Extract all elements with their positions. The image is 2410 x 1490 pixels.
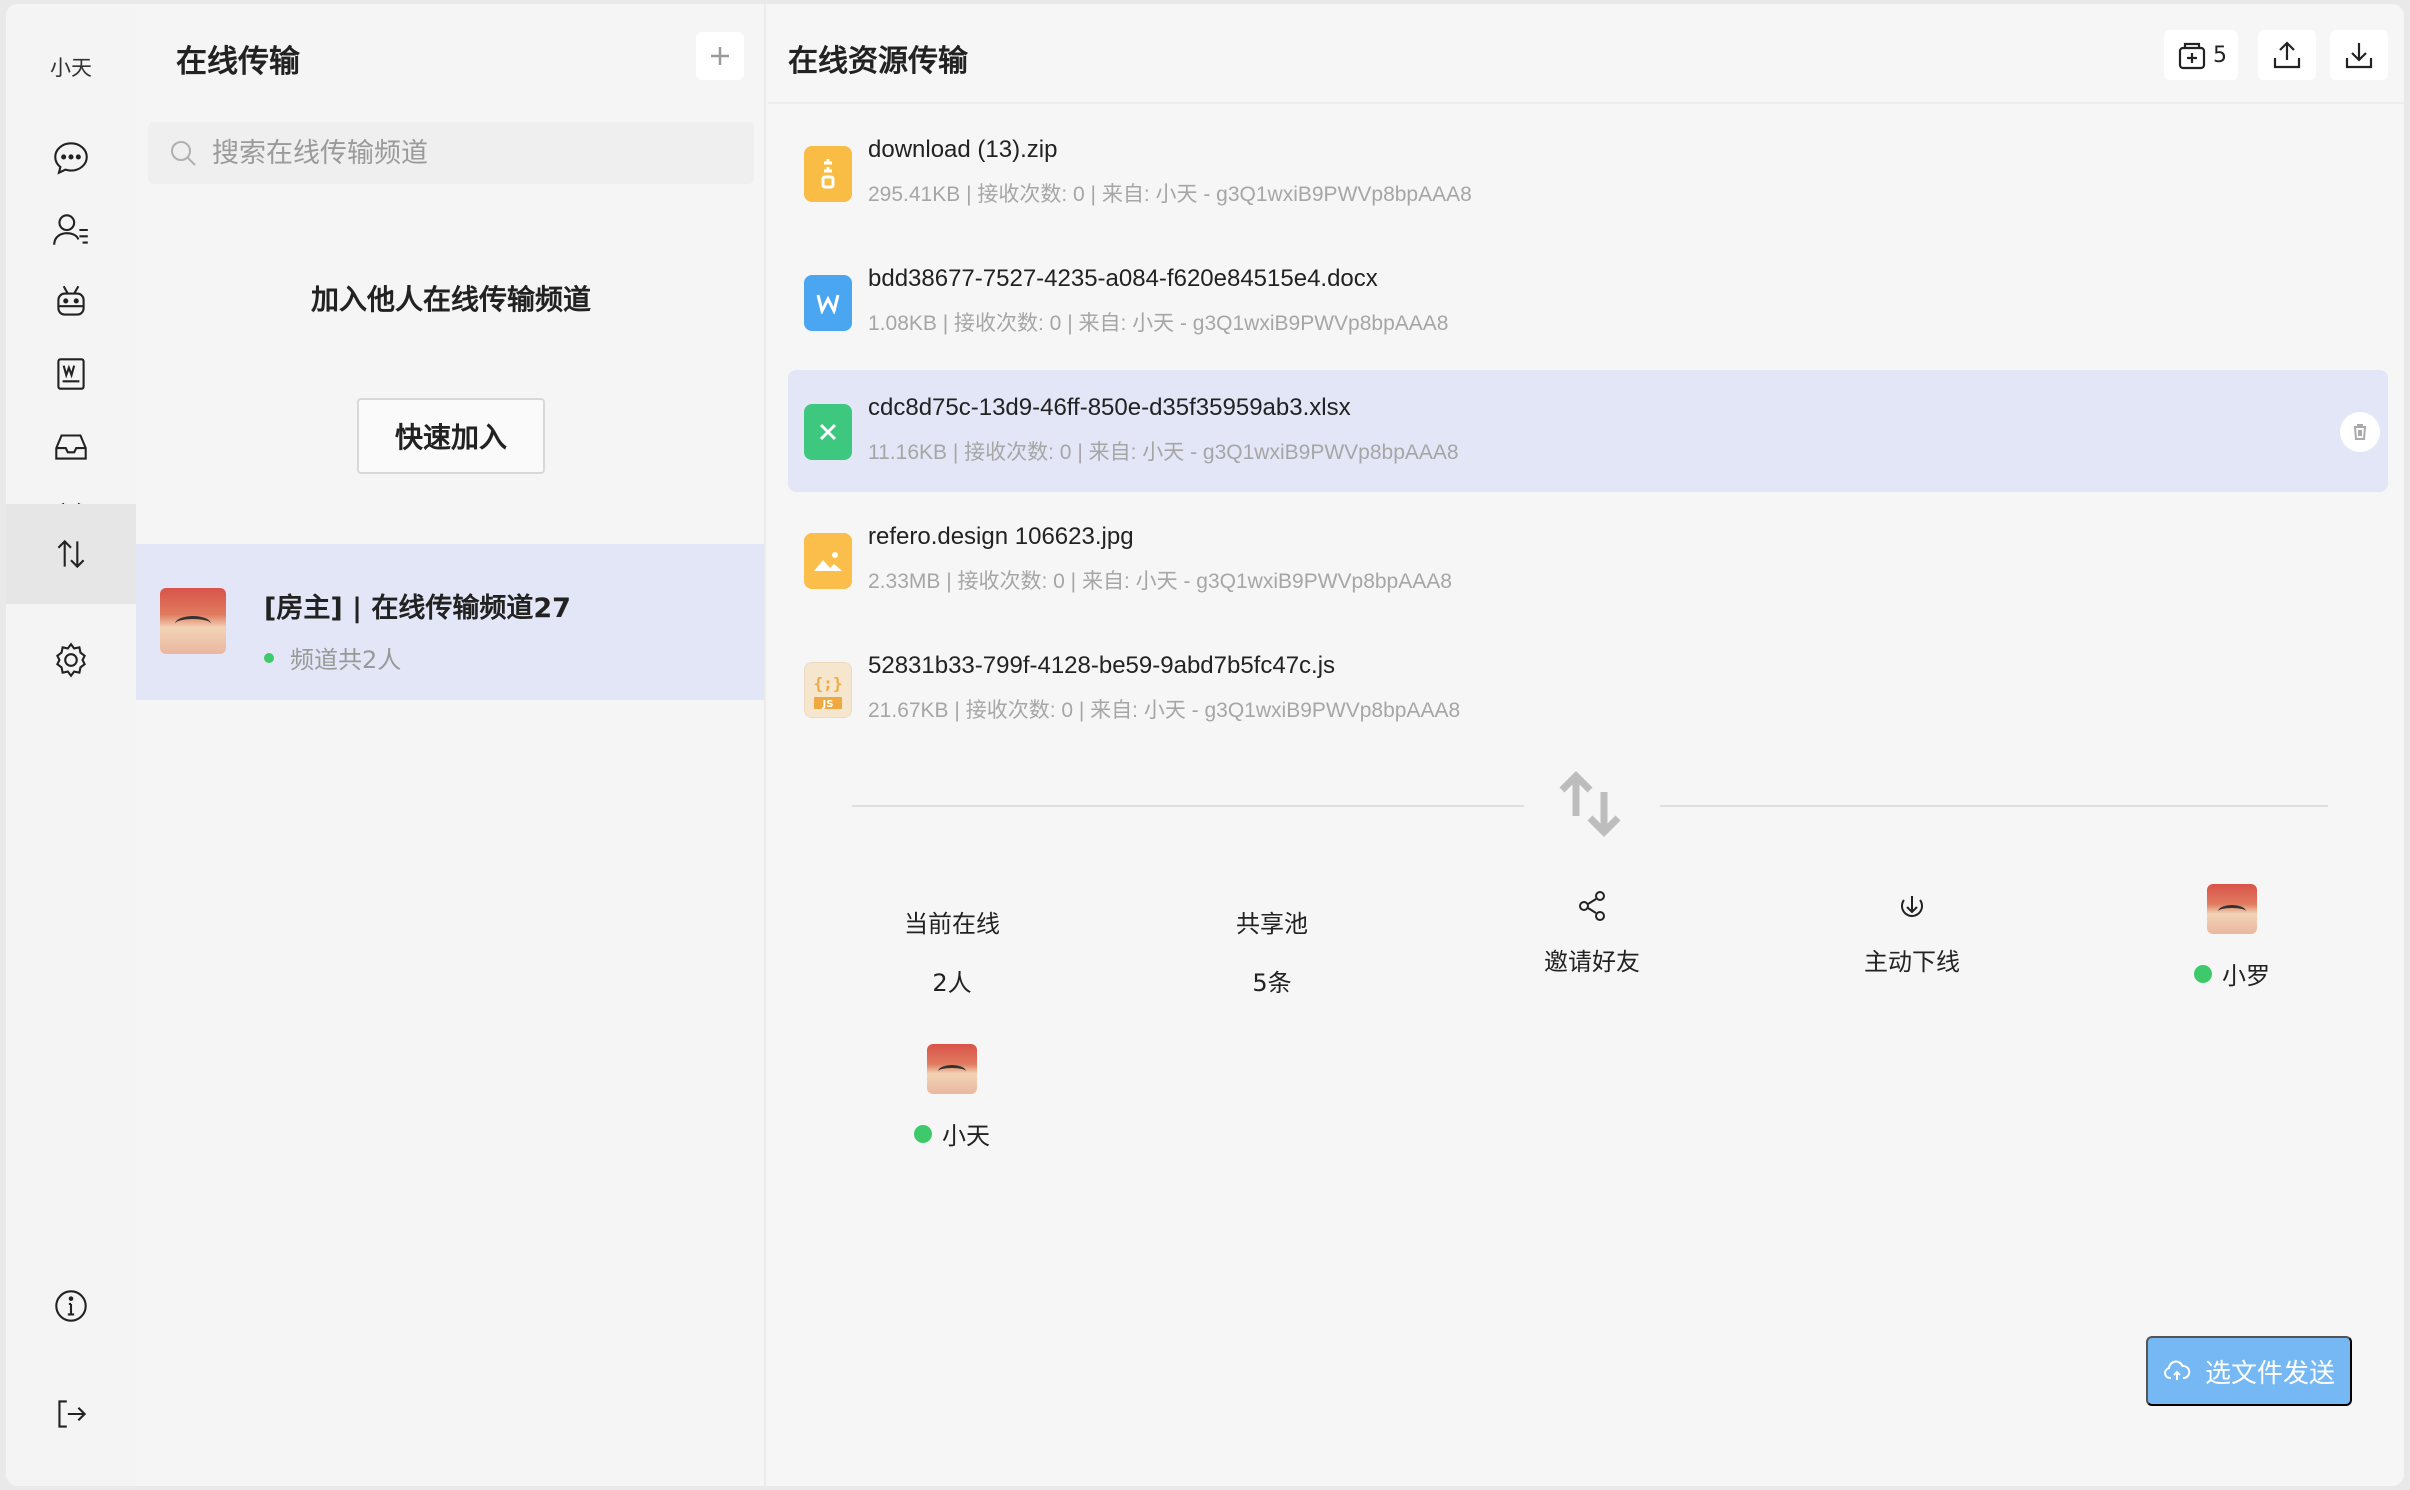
member-name: 小天 (942, 1122, 990, 1150)
shared-files-button[interactable]: 5 (2164, 30, 2238, 80)
offline-label: 主动下线 (1864, 948, 1960, 976)
upload-button[interactable] (2258, 30, 2316, 80)
online-dot (264, 652, 274, 663)
member-card[interactable]: 小罗 (2132, 884, 2332, 991)
online-dot (2194, 964, 2212, 983)
js-file-icon: {;} JS (804, 662, 852, 718)
zipper-icon (821, 159, 835, 189)
zip-file-icon (804, 146, 852, 202)
main-header: 在线资源传输 5 (768, 4, 2404, 104)
file-name: refero.design 106623.jpg (868, 523, 1134, 550)
excel-x-icon (819, 423, 837, 441)
online-count-stat: 当前在线 2人 (852, 904, 1052, 998)
channel-meta-text: 频道共2人 (290, 646, 402, 674)
transfer-icon (57, 539, 85, 569)
page-title: 在线资源传输 (788, 44, 968, 79)
xlsx-file-icon (804, 404, 852, 460)
member-name-row: 小天 (852, 1116, 1052, 1151)
file-meta: 21.67KB | 接收次数: 0 | 来自: 小天 - g3Q1wxiB9PW… (868, 699, 1461, 722)
quick-join-button[interactable]: 快速加入 (357, 398, 545, 474)
shared-pool-stat: 共享池 5条 (1172, 904, 1372, 998)
docx-file-icon (804, 275, 852, 331)
file-row[interactable]: refero.design 106623.jpg 2.33MB | 接收次数: … (788, 499, 2388, 621)
channel-search (148, 122, 754, 184)
svg-text:JS: JS (822, 699, 834, 710)
channel-name: [房主] | 在线传输频道27 (264, 593, 571, 624)
current-user-name: 小天 (50, 56, 92, 80)
join-channel-heading: 加入他人在线传输频道 (310, 283, 591, 316)
file-name: bdd38677-7527-4235-a084-f620e84515e4.doc… (868, 265, 1378, 292)
pool-label: 共享池 (1236, 910, 1308, 938)
invite-label: 邀请好友 (1544, 948, 1640, 976)
file-meta: 295.41KB | 接收次数: 0 | 来自: 小天 - g3Q1wxiB9P… (868, 183, 1472, 206)
transfer-arrows-icon (1554, 768, 1626, 840)
file-row[interactable]: download (13).zip 295.41KB | 接收次数: 0 | 来… (788, 112, 2388, 234)
settings-icon (56, 642, 86, 678)
file-name: 52831b33-799f-4128-be59-9abd7b5fc47c.js (868, 652, 1336, 679)
cloud-upload-icon (2164, 1360, 2191, 1380)
member-name-row: 小罗 (2132, 956, 2332, 991)
file-name: cdc8d75c-13d9-46ff-850e-d35f35959ab3.xls… (868, 394, 1351, 421)
picture-icon (814, 552, 842, 571)
file-meta: 11.16KB | 接收次数: 0 | 来自: 小天 - g3Q1wxiB9PW… (868, 441, 1459, 464)
channel-member-count: 频道共2人 (264, 640, 401, 675)
robot-icon (57, 285, 85, 316)
go-offline-button[interactable]: 主动下线 (1812, 888, 2012, 977)
download-button[interactable] (2330, 30, 2388, 80)
invite-friends-button[interactable]: 邀请好友 (1492, 888, 1692, 977)
image-file-icon (804, 533, 852, 589)
channel-panel: 在线传输 加入他人在线传输频道 快速加入 [房主] | 在线传输频道27 频道共… (136, 4, 766, 1486)
share-icon (1579, 891, 1605, 921)
stack-plus-icon (2178, 42, 2206, 70)
file-name: download (13).zip (868, 136, 1058, 163)
file-meta: 1.08KB | 接收次数: 0 | 来自: 小天 - g3Q1wxiB9PWV… (868, 312, 1449, 335)
member-name: 小罗 (2222, 962, 2270, 990)
delete-file-button[interactable] (2340, 412, 2380, 452)
member-avatar (927, 1044, 977, 1094)
download-icon (2345, 43, 2373, 69)
shared-files-count: 5 (2213, 42, 2227, 68)
search-icon (171, 141, 196, 166)
channel-avatar (160, 588, 226, 654)
word-letter-icon (816, 294, 840, 314)
file-row-selected[interactable]: cdc8d75c-13d9-46ff-850e-d35f35959ab3.xls… (788, 370, 2388, 492)
upload-icon (2273, 41, 2301, 69)
word-doc-icon (57, 358, 85, 390)
file-row[interactable]: bdd38677-7527-4235-a084-f620e84515e4.doc… (788, 241, 2388, 363)
create-channel-button[interactable] (696, 32, 744, 80)
online-dot (914, 1124, 932, 1143)
info-icon (55, 1290, 87, 1322)
send-button-label: 选文件发送 (2204, 1358, 2335, 1389)
plus-icon (711, 47, 729, 65)
nav-logout[interactable] (6, 1364, 136, 1464)
select-file-send-button[interactable]: 选文件发送 (2146, 1336, 2352, 1406)
app-window: 小天 在线传输 搜索在线传输频道 加入他人在线传输频道 快速加入 [房主] | … (6, 4, 2404, 1486)
divider-right (1660, 805, 2328, 807)
divider-left (852, 805, 1524, 807)
contacts-icon (53, 214, 88, 245)
inbox-icon (55, 434, 87, 460)
power-down-icon (1901, 896, 1923, 917)
member-card[interactable]: 小天 (852, 1044, 1052, 1151)
svg-text:{;}: {;} (814, 674, 843, 693)
pool-value: 5条 (1252, 969, 1292, 997)
file-meta: 2.33MB | 接收次数: 0 | 来自: 小天 - g3Q1wxiB9PWV… (868, 570, 1452, 593)
search-input[interactable] (212, 137, 732, 169)
nav-rail: 小天 (6, 4, 136, 1486)
js-badge-icon: {;} JS (814, 674, 843, 710)
nav-about[interactable] (6, 1256, 136, 1356)
nav-settings[interactable] (6, 610, 136, 710)
logout-icon (58, 1400, 87, 1428)
panel-title: 在线传输 (176, 44, 300, 80)
online-value: 2人 (932, 969, 972, 997)
transfer-main: 在线资源传输 5 download (13).zip 295.41KB | 接收… (768, 4, 2404, 1486)
channel-list-item[interactable]: [房主] | 在线传输频道27 频道共2人 (136, 544, 764, 700)
nav-transfer[interactable] (6, 504, 136, 604)
trash-icon (2354, 424, 2366, 440)
chat-icon (54, 142, 88, 175)
online-label: 当前在线 (904, 910, 1000, 938)
file-row[interactable]: {;} JS 52831b33-799f-4128-be59-9abd7b5fc4… (788, 628, 2388, 750)
member-avatar (2207, 884, 2257, 934)
